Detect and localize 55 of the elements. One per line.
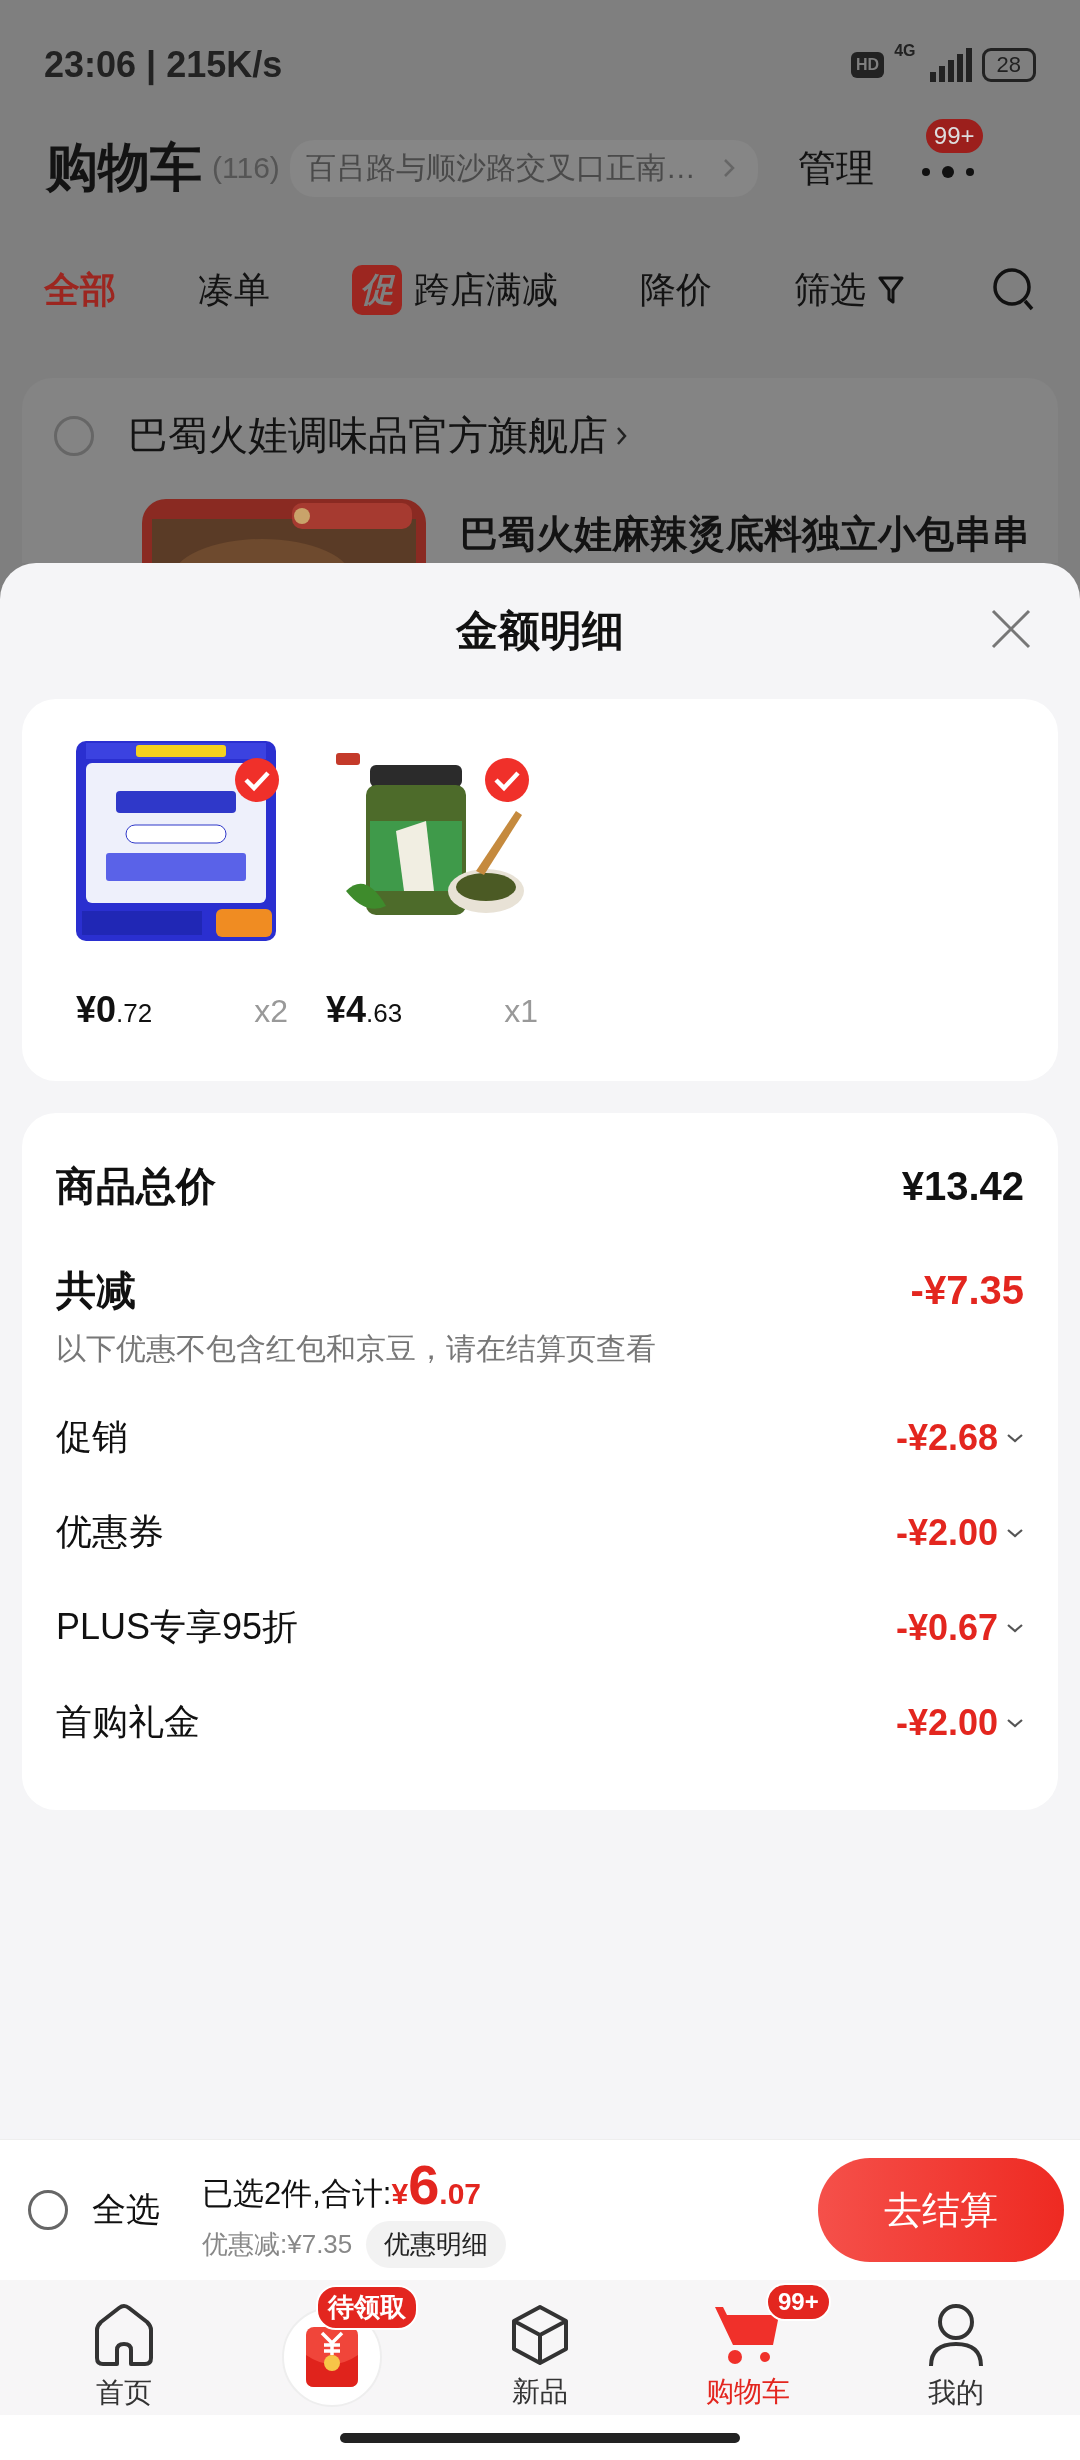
discount-label: 优惠券: [56, 1510, 164, 1554]
close-icon[interactable]: [990, 608, 1032, 650]
total-value: ¥13.42: [901, 1163, 1024, 1209]
discount-amount[interactable]: -¥0.67: [895, 1606, 1024, 1649]
hd-badge: HD: [851, 52, 885, 78]
person-icon: [927, 2301, 985, 2368]
filter-tab[interactable]: 降价: [640, 265, 712, 315]
reduction-value: -¥7.35: [910, 1267, 1024, 1313]
sheet-title: 金额明细: [456, 606, 624, 656]
discount-label: 促销: [56, 1415, 128, 1459]
nav-tab[interactable]: 首页: [24, 2279, 224, 2416]
notification-badge: 99+: [925, 119, 983, 153]
discount-label: PLUS专享95折: [56, 1605, 299, 1649]
nav-tab[interactable]: 我的: [856, 2279, 1056, 2416]
more-icon[interactable]: [919, 165, 976, 179]
address-selector[interactable]: 百吕路与顺沙路交叉口正南…: [289, 139, 758, 197]
discount-amount[interactable]: -¥2.00: [895, 1701, 1024, 1744]
box-icon: [510, 2302, 570, 2367]
promo-badge: 促: [352, 265, 402, 315]
item-quantity: x1: [504, 993, 538, 1030]
nav-tab[interactable]: 待领取: [232, 2284, 432, 2411]
discount-amount[interactable]: -¥2.68: [895, 1416, 1024, 1459]
search-icon[interactable]: [992, 267, 1036, 313]
check-icon[interactable]: [234, 757, 280, 803]
filter-tab[interactable]: 促 跨店满减: [352, 265, 558, 315]
chevron-icon: [721, 157, 736, 179]
check-icon[interactable]: [484, 757, 530, 803]
page-title: 购物车: [46, 137, 202, 198]
store-name[interactable]: 巴蜀火娃调味品官方旗舰店: [128, 408, 608, 463]
reduction-note: 以下优惠不包含红包和京豆，请在结算页查看: [56, 1331, 657, 1367]
status-time: 23:06 | 215K/s: [44, 44, 283, 86]
item-quantity: x2: [254, 993, 288, 1030]
selected-total: 已选2件,合计:¥6.07: [202, 2152, 483, 2217]
battery-indicator: 28: [981, 48, 1036, 82]
filter-icon: [878, 275, 904, 305]
total-label: 商品总价: [56, 1162, 216, 1210]
nav-badge: 待领取: [316, 2284, 418, 2330]
filter-tab[interactable]: 凑单: [198, 265, 270, 315]
item-price: ¥4.63: [326, 989, 403, 1031]
nav-badge: 99+: [766, 2282, 831, 2321]
product-title[interactable]: 巴蜀火娃麻辣烫底料独立小包串串: [460, 509, 1030, 563]
manage-button[interactable]: 管理: [797, 142, 874, 194]
discount-amount[interactable]: -¥2.00: [895, 1511, 1024, 1554]
nav-tab[interactable]: 新品: [440, 2280, 640, 2415]
nav-tab[interactable]: 购物车 99+: [648, 2280, 848, 2415]
reduction-label: 共减: [56, 1266, 136, 1314]
network-label: 4G: [894, 42, 916, 60]
saving-text: 优惠减:¥7.35: [202, 2228, 353, 2261]
item-price: ¥0.72: [76, 989, 153, 1031]
store-checkbox[interactable]: [54, 415, 94, 456]
discount-label: 首购礼金: [56, 1700, 200, 1744]
checkout-button[interactable]: 去结算: [818, 2158, 1064, 2262]
discount-detail-button[interactable]: 优惠明细: [366, 2221, 507, 2268]
filter-tab[interactable]: 筛选: [794, 265, 904, 315]
select-all-checkbox[interactable]: 全选: [28, 2187, 160, 2233]
